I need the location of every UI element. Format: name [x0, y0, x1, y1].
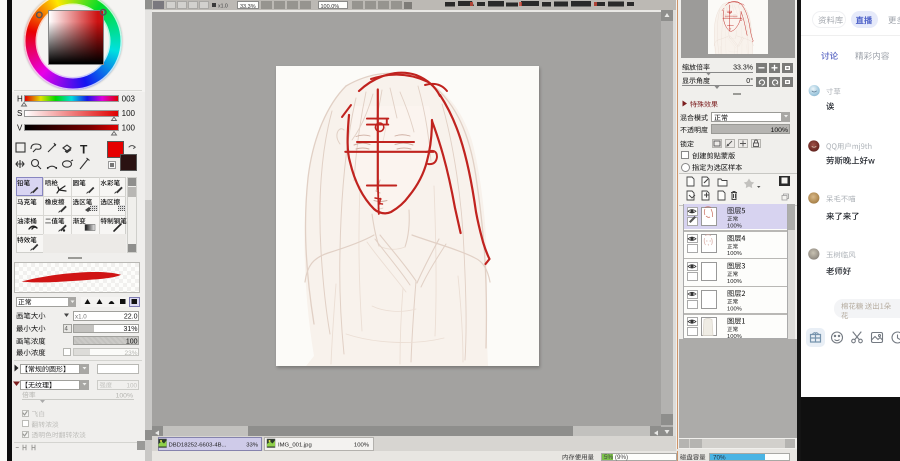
svg-text:100%: 100% [727, 224, 742, 230]
svg-text:100: 100 [126, 338, 138, 345]
svg-text:5% (9%): 5% (9%) [604, 454, 628, 461]
svg-text:x1.0: x1.0 [75, 313, 87, 320]
svg-text:DBD18252-6603-4B...: DBD18252-6603-4B... [169, 443, 227, 449]
svg-text:H: H [17, 95, 23, 104]
svg-text:100%: 100% [727, 334, 742, 340]
svg-text:V: V [17, 124, 23, 133]
svg-text:33.3%: 33.3% [240, 4, 256, 10]
svg-text:4: 4 [65, 327, 69, 333]
svg-text:70%: 70% [713, 455, 726, 461]
svg-text:100%: 100% [116, 392, 133, 399]
svg-text:0°: 0° [746, 77, 753, 85]
svg-text:31%: 31% [123, 326, 137, 333]
svg-text:100%: 100% [727, 251, 742, 257]
svg-text:100%: 100% [771, 127, 788, 134]
svg-text:IMG_001.jpg: IMG_001.jpg [278, 443, 312, 449]
svg-text:100%: 100% [727, 306, 742, 312]
svg-text:100.0%: 100.0% [321, 4, 340, 10]
svg-text:100: 100 [122, 109, 136, 118]
svg-text:100%: 100% [727, 279, 742, 285]
svg-text:T: T [80, 143, 88, 157]
svg-text:23%: 23% [124, 350, 137, 357]
svg-text:100%: 100% [354, 443, 370, 449]
svg-text:22.0: 22.0 [124, 314, 138, 321]
svg-text:33%: 33% [246, 443, 259, 449]
svg-text:x1.0: x1.0 [218, 4, 228, 10]
svg-text:003: 003 [122, 95, 136, 104]
svg-text:100: 100 [126, 382, 137, 389]
svg-text:100: 100 [122, 124, 136, 133]
svg-text:S: S [17, 109, 22, 118]
svg-text:33.3%: 33.3% [733, 65, 753, 72]
